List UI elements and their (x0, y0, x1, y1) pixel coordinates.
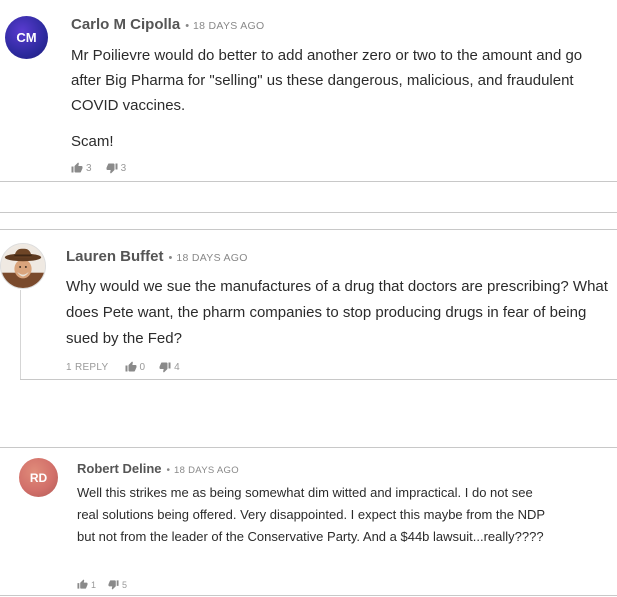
thumbs-up-icon (125, 361, 136, 372)
thumbs-down-icon (159, 362, 171, 373)
author-name[interactable]: Lauren Buffet (66, 248, 164, 265)
avatar[interactable]: CM (5, 16, 48, 59)
comment-paragraph: Mr Poilievre would do better to add anot… (71, 47, 583, 114)
comment-paragraph: Why would we sue the manufactures of a d… (66, 278, 608, 347)
like-button[interactable]: 1 (77, 579, 96, 590)
dislike-count: 3 (120, 162, 127, 174)
replies-toggle[interactable]: 1 REPLY (66, 362, 109, 373)
dislike-count: 4 (174, 361, 180, 373)
dislike-count: 5 (122, 579, 128, 590)
like-button[interactable]: 3 (71, 162, 92, 174)
timestamp[interactable]: 18 DAYS AGO (174, 465, 239, 476)
timestamp[interactable]: 18 DAYS AGO (193, 20, 264, 32)
separator-dot: • (185, 20, 190, 32)
like-count: 3 (86, 162, 92, 174)
divider (0, 181, 617, 182)
thread-line (20, 290, 21, 380)
comment-meta: Robert Deline • 18 DAYS AGO (77, 460, 239, 478)
dislike-button[interactable]: 3 (106, 162, 127, 174)
author-name[interactable]: Carlo M Cipolla (71, 16, 180, 33)
comment-paragraph: Scam! (71, 133, 114, 150)
thumbs-up-icon (71, 162, 83, 173)
divider (0, 595, 617, 596)
timestamp[interactable]: 18 DAYS AGO (176, 252, 247, 264)
comment-meta: Lauren Buffet • 18 DAYS AGO (66, 248, 248, 266)
avatar[interactable]: RD (19, 458, 58, 497)
divider (0, 212, 617, 213)
separator-dot: • (166, 465, 171, 476)
comment-body: Mr Poilievre would do better to add anot… (71, 43, 601, 154)
thumbs-down-icon (106, 163, 118, 174)
dislike-button[interactable]: 5 (108, 579, 127, 590)
thumbs-down-icon (108, 580, 119, 590)
comment-body: Well this strikes me as being somewhat d… (77, 482, 547, 548)
comment-actions: 1 5 (77, 579, 141, 590)
like-count: 0 (139, 361, 146, 373)
comment-meta: Carlo M Cipolla • 18 DAYS AGO (71, 16, 264, 34)
like-button[interactable]: 0 (125, 361, 146, 373)
separator-dot: • (168, 252, 173, 264)
comment-body: Why would we sue the manufactures of a d… (66, 274, 611, 352)
comment-actions: 1 REPLY 0 4 (66, 361, 194, 373)
comment-item: CM Carlo M Cipolla • 18 DAYS AGO Mr Poilie… (0, 0, 617, 182)
dislike-button[interactable]: 4 (159, 361, 180, 373)
avatar[interactable] (0, 243, 46, 289)
thumbs-up-icon (77, 579, 88, 589)
comment-actions: 3 3 (71, 162, 140, 174)
like-count: 1 (91, 579, 97, 590)
divider (20, 379, 617, 380)
comment-paragraph: Well this strikes me as being somewhat d… (77, 485, 545, 544)
cowboy-portrait-image (1, 244, 45, 288)
comment-item: RD Robert Deline • 18 DAYS AGO Well this s… (0, 448, 617, 597)
comment-item: Lauren Buffet • 18 DAYS AGO Why would we s… (0, 230, 617, 380)
author-name[interactable]: Robert Deline (77, 461, 162, 476)
